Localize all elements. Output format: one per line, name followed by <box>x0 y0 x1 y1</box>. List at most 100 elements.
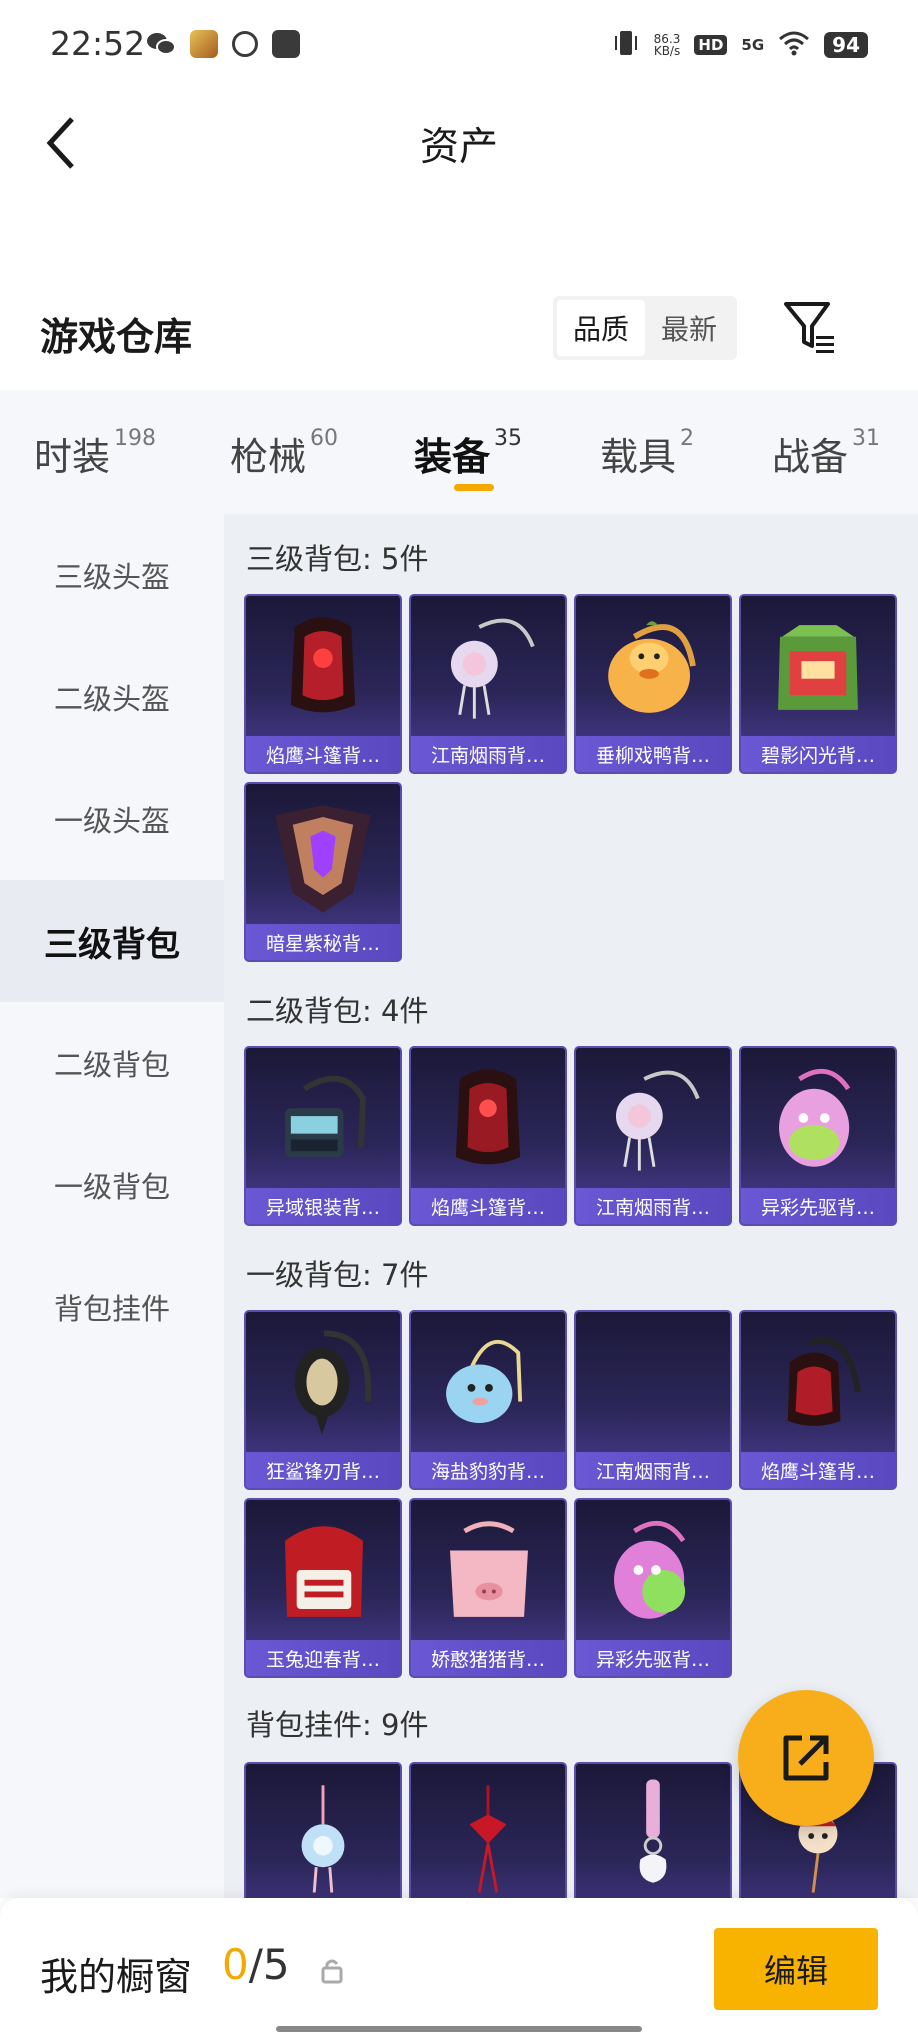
tab-label: 战备 <box>772 435 849 479</box>
share-icon <box>783 1735 829 1781</box>
charm-image <box>469 1785 507 1893</box>
item-card[interactable]: 江南烟雨背… <box>574 1310 732 1490</box>
tab-count: 60 <box>310 426 339 451</box>
item-card[interactable] <box>409 1762 567 1898</box>
vibrate-icon <box>612 28 640 62</box>
backpack-image <box>787 1337 861 1426</box>
sync-app-icon <box>232 31 258 57</box>
backpack-image <box>284 1526 363 1617</box>
home-indicator <box>276 2026 642 2032</box>
item-name: 江南烟雨背… <box>411 736 565 772</box>
item-card[interactable]: 异彩先驱背… <box>739 1046 897 1226</box>
item-card[interactable]: 碧影闪光背… <box>739 594 897 774</box>
item-card[interactable]: 异彩先驱背… <box>574 1498 732 1678</box>
tab-vehicles[interactable]: 载具 2 <box>600 426 694 481</box>
edit-button[interactable]: 编辑 <box>714 1928 878 2010</box>
signal-icon: 5G <box>741 36 765 54</box>
item-card[interactable]: 江南烟雨背… <box>574 1046 732 1226</box>
lock-icon <box>321 1959 343 1984</box>
backpack-image <box>614 1520 686 1619</box>
backpack-image <box>446 1340 523 1423</box>
backpack-image <box>290 617 356 713</box>
tab-firearms[interactable]: 枪械 60 <box>230 426 338 481</box>
section-title-backpack-lv2: 二级背包: 4件 <box>246 994 429 1028</box>
charm-image <box>301 1785 345 1893</box>
page-title: 资产 <box>419 125 498 170</box>
item-card[interactable]: 海盐豹豹背… <box>409 1310 567 1490</box>
subnav-item-helmet-lv2[interactable]: 二级头盔 <box>0 636 224 758</box>
item-card[interactable]: 焰鹰斗篷背… <box>739 1310 897 1490</box>
showcase-label: 我的橱窗 <box>40 1955 193 1999</box>
share-button[interactable] <box>738 1690 874 1826</box>
item-card[interactable]: 异域银装背… <box>244 1046 402 1226</box>
showcase-bar: 我的橱窗 0/5 编辑 <box>0 1898 918 2040</box>
section-title-backpack-lv3: 三级背包: 5件 <box>246 542 429 576</box>
backpack-image <box>778 625 858 710</box>
item-card[interactable]: 垂柳戏鸭背… <box>574 594 732 774</box>
wifi-icon <box>778 30 810 60</box>
active-tab-indicator <box>454 484 494 491</box>
tab-label: 装备 <box>414 435 491 479</box>
backpack-image <box>455 1069 521 1165</box>
item-card[interactable] <box>244 1762 402 1898</box>
backpack-image <box>450 618 535 719</box>
subnav-item-backpack-lv1[interactable]: 一级背包 <box>0 1124 224 1246</box>
item-name: 江南烟雨背… <box>576 1188 730 1224</box>
tab-label: 时装 <box>34 435 111 479</box>
item-name: 江南烟雨背… <box>576 1452 730 1488</box>
item-name: 玉兔迎春背… <box>246 1640 400 1676</box>
subnav-item-backpack-charm[interactable]: 背包挂件 <box>0 1246 224 1368</box>
hd-badge: HD <box>694 35 728 55</box>
item-card[interactable]: 玉兔迎春背… <box>244 1498 402 1678</box>
item-name: 娇憨猪猪背… <box>411 1640 565 1676</box>
subnav-item-helmet-lv3[interactable]: 三级头盔 <box>0 514 224 636</box>
sort-toggle: 品质 最新 <box>553 296 737 360</box>
item-card[interactable]: 暗星紫秘背… <box>244 782 402 962</box>
item-card[interactable]: 焰鹰斗篷背… <box>244 594 402 774</box>
status-time: 22:52 <box>50 24 146 63</box>
category-tabs: 时装 198 枪械 60 装备 35 载具 2 战备 31 <box>0 390 918 514</box>
net-speed-unit: KB/s <box>653 44 681 58</box>
item-name: 异彩先驱背… <box>741 1188 895 1224</box>
subnav-item-backpack-lv2[interactable]: 二级背包 <box>0 1002 224 1124</box>
subnav-item-backpack-lv3[interactable]: 三级背包 <box>0 880 224 1002</box>
item-name: 焰鹰斗篷背… <box>411 1188 565 1224</box>
tab-fashion[interactable]: 时装 198 <box>34 426 156 481</box>
item-card[interactable]: 狂鲨锋刃背… <box>244 1310 402 1490</box>
item-name: 海盐豹豹背… <box>411 1452 565 1488</box>
item-card[interactable]: 焰鹰斗篷背… <box>409 1046 567 1226</box>
item-card[interactable]: 娇憨猪猪背… <box>409 1498 567 1678</box>
game-app-icon <box>190 30 218 58</box>
item-card[interactable]: 江南烟雨背… <box>409 594 567 774</box>
item-name: 焰鹰斗篷背… <box>246 736 400 772</box>
wechat-icon <box>146 30 176 58</box>
net-speed: 86.3 KB/s <box>654 33 681 57</box>
status-indicators: 86.3 KB/s HD 5G 94 <box>612 28 868 62</box>
backpack-image <box>576 1312 730 1456</box>
tab-count: 198 <box>114 426 157 451</box>
message-app-icon <box>272 30 300 58</box>
item-card[interactable] <box>574 1762 732 1898</box>
filter-button[interactable] <box>782 298 838 358</box>
tab-count: 2 <box>680 426 695 451</box>
tab-label: 载具 <box>600 435 677 479</box>
backpack-image <box>449 1521 528 1617</box>
showcase-current: 0 <box>222 1940 249 1989</box>
backpack-image <box>608 621 696 713</box>
item-name: 暗星紫秘背… <box>246 924 400 960</box>
charm-image <box>639 1779 667 1883</box>
item-name: 异彩先驱背… <box>576 1640 730 1676</box>
backpack-image <box>275 805 371 913</box>
section-title-backpack-charm: 背包挂件: 9件 <box>246 1708 429 1742</box>
backpack-image <box>284 1075 366 1158</box>
backpack-image <box>294 1330 372 1435</box>
tab-equipment[interactable]: 装备 35 <box>414 426 522 481</box>
sort-quality-option[interactable]: 品质 <box>557 300 645 356</box>
subnav-item-helmet-lv1[interactable]: 一级头盔 <box>0 758 224 880</box>
showcase-count: 0/5 <box>222 1940 290 1989</box>
backpack-image <box>615 1070 700 1171</box>
sort-latest-option[interactable]: 最新 <box>645 300 733 356</box>
item-name: 狂鲨锋刃背… <box>246 1452 400 1488</box>
status-bar: 22:52 86.3 KB/s HD 5G 94 <box>0 0 918 92</box>
tab-supplies[interactable]: 战备 31 <box>772 426 880 481</box>
